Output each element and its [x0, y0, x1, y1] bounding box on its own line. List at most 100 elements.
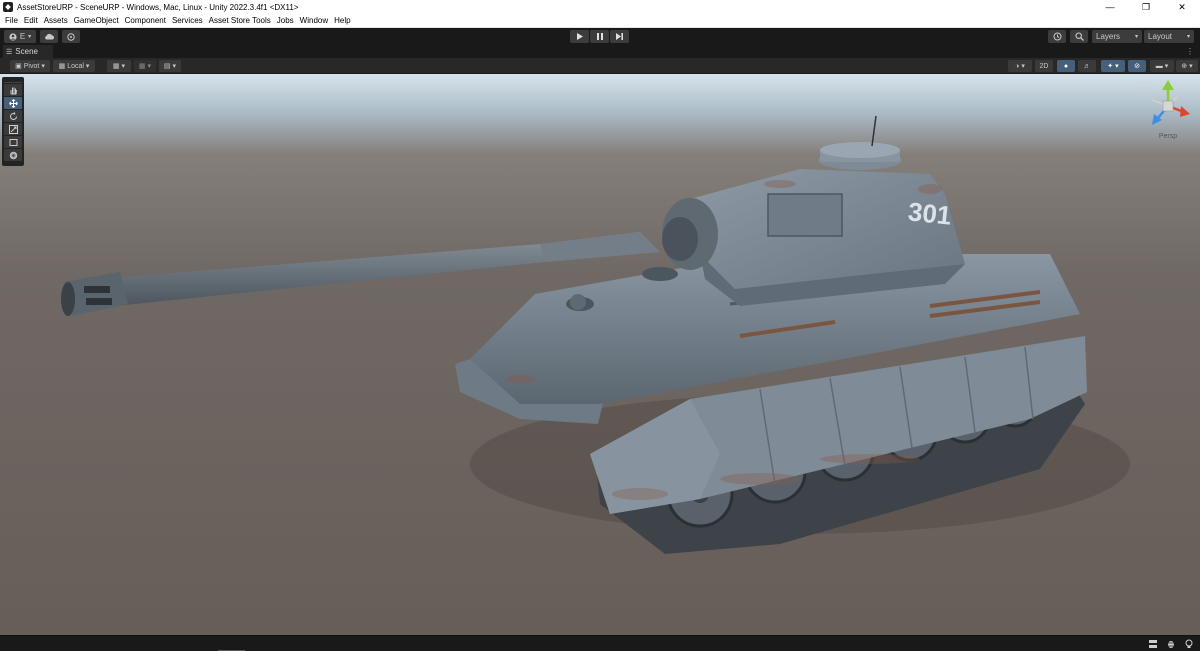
- pause-button[interactable]: [590, 30, 609, 43]
- chevron-down-icon: ▾: [121, 63, 126, 70]
- status-icons: [1148, 639, 1194, 649]
- search-icon: [1074, 32, 1084, 41]
- gizmos-dropdown[interactable]: ⊕ ▾: [1176, 60, 1198, 72]
- camera-icon: ▬: [1155, 62, 1163, 70]
- more-options-icon[interactable]: ⋮: [1186, 47, 1194, 56]
- scale-tool[interactable]: [4, 123, 22, 135]
- menu-edit[interactable]: Edit: [21, 16, 41, 25]
- scene-visibility-toggle[interactable]: ⊘: [1128, 60, 1146, 72]
- debug-mode-icon[interactable]: [1166, 639, 1176, 649]
- grid-icon: ▦: [112, 63, 120, 70]
- effects-dropdown[interactable]: ✦ ▾: [1101, 60, 1125, 72]
- layout-dropdown[interactable]: Layout ▾: [1144, 30, 1194, 43]
- tank-model[interactable]: 301: [0, 74, 1200, 635]
- window-title-bar: AssetStoreURP - SceneURP - Windows, Mac,…: [0, 0, 1200, 14]
- chevron-down-icon: ▾: [1189, 63, 1193, 70]
- collab-button[interactable]: [62, 30, 80, 43]
- local-label: Local: [67, 62, 84, 70]
- menu-help[interactable]: Help: [331, 16, 353, 25]
- history-button[interactable]: [1048, 30, 1066, 43]
- local-dropdown[interactable]: ▦ Local ▾: [53, 60, 95, 72]
- increment-snap-dropdown[interactable]: ▤ ▾: [159, 60, 181, 72]
- menu-component[interactable]: Component: [122, 16, 169, 25]
- tools-grip-handle[interactable]: [4, 79, 22, 83]
- chevron-down-icon: ▾: [172, 63, 177, 70]
- menu-jobs[interactable]: Jobs: [274, 16, 297, 25]
- visibility-icon: ⊘: [1134, 63, 1140, 70]
- tab-scene-label: Scene: [15, 47, 38, 56]
- chevron-down-icon: ▾: [85, 63, 90, 70]
- hand-icon: [10, 87, 17, 94]
- chevron-down-icon: ▾: [1186, 34, 1190, 40]
- menu-window[interactable]: Window: [297, 16, 331, 25]
- chevron-down-icon: ▾: [1115, 63, 1119, 70]
- dock-tab-bar: ☰ Scene ⋮: [0, 45, 1200, 58]
- account-icon: [9, 32, 17, 41]
- auto-generate-lighting-icon[interactable]: [1184, 639, 1194, 649]
- menu-gameobject[interactable]: GameObject: [71, 16, 122, 25]
- mode-2d-label: 2D: [1039, 62, 1049, 70]
- menu-assets[interactable]: Assets: [41, 16, 71, 25]
- pivot-dropdown[interactable]: ▣ Pivot ▾: [10, 60, 50, 72]
- effects-icon: ✦: [1107, 63, 1114, 70]
- pivot-icon: ▣: [15, 63, 22, 70]
- lighting-toggle[interactable]: ●: [1057, 60, 1075, 72]
- rotate-tool[interactable]: [4, 110, 22, 122]
- tools-overlay: [2, 77, 24, 166]
- step-button[interactable]: [610, 30, 629, 43]
- cache-server-icon[interactable]: [1148, 639, 1158, 649]
- rect-tool[interactable]: [4, 136, 22, 148]
- shading-sphere-icon: ◑: [1015, 62, 1020, 70]
- chevron-down-icon: ▾: [1134, 34, 1138, 40]
- play-icon: [576, 33, 583, 40]
- layout-label: Layout: [1148, 32, 1173, 41]
- camera-dropdown[interactable]: ▬ ▾: [1150, 60, 1174, 72]
- move-tool[interactable]: [4, 97, 22, 109]
- grid-snap-dropdown[interactable]: ▦ ▾: [107, 60, 131, 72]
- rect-icon: [9, 138, 17, 146]
- layers-label: Layers: [1096, 32, 1121, 41]
- light-bulb-icon: ●: [1063, 62, 1069, 70]
- chevron-down-icon: ▾: [1021, 63, 1025, 70]
- menu-asset-store-tools[interactable]: Asset Store Tools: [206, 16, 274, 25]
- scene-toolbar: ▣ Pivot ▾ ▦ Local ▾ ▦ ▾ ▦ ▾ ▤ ▾ ◑ ▾ 2D ● ♬ ✦…: [0, 58, 1200, 74]
- chevron-down-icon: ▾: [28, 34, 32, 40]
- hand-tool[interactable]: [4, 84, 22, 96]
- projection-label[interactable]: Persp: [1152, 133, 1184, 140]
- audio-icon: ♬: [1083, 62, 1091, 70]
- minimize-icon[interactable]: —: [1092, 0, 1128, 14]
- menu-bar: File Edit Assets GameObject Component Se…: [0, 14, 1200, 28]
- play-button[interactable]: [570, 30, 589, 43]
- ruler-icon: ▤: [163, 63, 171, 70]
- tab-scene[interactable]: ☰ Scene: [3, 45, 53, 58]
- step-icon: [616, 33, 623, 40]
- chevron-down-icon: ▾: [147, 63, 152, 70]
- menu-services[interactable]: Services: [169, 16, 206, 25]
- chevron-down-icon: ▾: [41, 63, 45, 70]
- audio-toggle[interactable]: ♬: [1078, 60, 1096, 72]
- account-label: E: [19, 32, 26, 41]
- history-icon: [1053, 32, 1061, 41]
- window-title: AssetStoreURP - SceneURP - Windows, Mac,…: [17, 2, 299, 12]
- snap-increment-dropdown[interactable]: ▦ ▾: [134, 60, 156, 72]
- scene-viewport[interactable]: 301: [0, 74, 1200, 635]
- transform-tool[interactable]: [4, 149, 22, 161]
- turret-marking: 301: [907, 196, 953, 230]
- status-bar: [0, 635, 1200, 651]
- cloud-button[interactable]: [40, 30, 58, 43]
- layers-dropdown[interactable]: Layers ▾: [1092, 30, 1142, 43]
- search-button[interactable]: [1070, 30, 1088, 43]
- scale-icon: [8, 124, 18, 134]
- snap-icon: ▦: [138, 63, 146, 70]
- account-button[interactable]: E ▾: [4, 30, 36, 43]
- transform-icon: [9, 151, 17, 159]
- close-icon[interactable]: ✕: [1164, 0, 1200, 14]
- draw-mode-dropdown[interactable]: ◑ ▾: [1008, 60, 1032, 72]
- mode-2d-toggle[interactable]: 2D: [1035, 60, 1053, 72]
- menu-file[interactable]: File: [2, 16, 21, 25]
- restore-icon[interactable]: ❐: [1128, 0, 1164, 14]
- unity-logo-icon: [3, 2, 13, 12]
- chevron-down-icon: ▾: [1164, 63, 1169, 70]
- rotate-icon: [9, 111, 17, 120]
- main-toolbar: E ▾ Layers ▾ Layout ▾: [0, 28, 1200, 45]
